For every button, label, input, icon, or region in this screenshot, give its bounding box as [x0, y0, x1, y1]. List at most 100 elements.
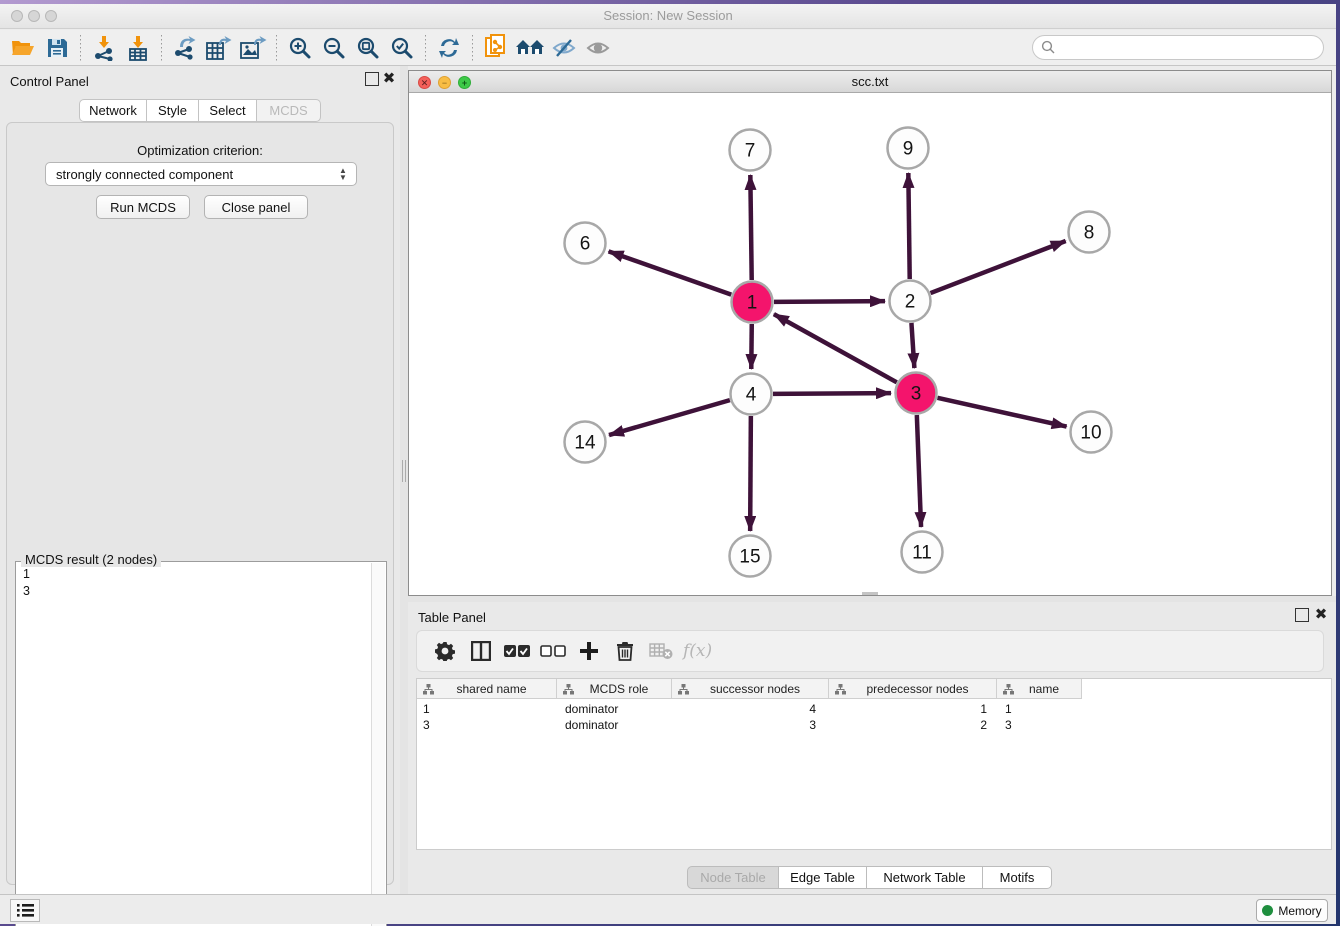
control-panel-tabs: NetworkStyleSelectMCDS — [79, 99, 321, 122]
network-graph[interactable]: 7968124314101511 — [409, 93, 1331, 595]
function-builder-icon: f(x) — [683, 641, 712, 661]
tab-network[interactable]: Network — [79, 99, 147, 122]
mcds-result-title: MCDS result (2 nodes) — [21, 552, 161, 567]
edge-3-1[interactable] — [774, 314, 897, 382]
column-header-predecessor-nodes[interactable]: predecessor nodes — [829, 679, 997, 699]
table-close-icon[interactable]: ✖ — [1314, 608, 1328, 622]
control-panel-title: Control Panel — [10, 74, 89, 89]
network-title: scc.txt — [409, 74, 1331, 89]
edge-4-3[interactable] — [773, 393, 891, 394]
hide-selected-icon[interactable] — [547, 33, 581, 63]
cell-name[interactable]: 1 — [997, 701, 1082, 717]
node-label-6: 6 — [580, 234, 591, 255]
node-label-3: 3 — [911, 384, 922, 405]
optimization-criterion-label: Optimization criterion: — [7, 143, 393, 158]
network-scroll-handle[interactable] — [862, 592, 878, 595]
edge-1-7[interactable] — [750, 175, 751, 280]
show-all-icon[interactable] — [581, 33, 615, 63]
tab-motifs[interactable]: Motifs — [983, 866, 1052, 889]
first-neighbors-icon[interactable] — [513, 33, 547, 63]
edge-3-10[interactable] — [937, 398, 1066, 427]
edge-2-3[interactable] — [911, 323, 914, 368]
tab-node-table[interactable]: Node Table — [687, 866, 779, 889]
deselect-all-icon[interactable] — [535, 635, 571, 667]
node-label-10: 10 — [1080, 423, 1101, 444]
export-table-icon[interactable] — [202, 33, 236, 63]
tab-edge-table[interactable]: Edge Table — [779, 866, 867, 889]
node-label-14: 14 — [574, 433, 596, 454]
edge-1-2[interactable] — [774, 301, 885, 302]
refresh-icon[interactable] — [432, 33, 466, 63]
tab-select[interactable]: Select — [199, 99, 257, 122]
edge-3-11[interactable] — [917, 415, 921, 527]
table-row[interactable]: 1dominator411 — [417, 701, 1331, 717]
table-float-icon[interactable] — [1295, 608, 1309, 622]
insert-column-icon[interactable] — [463, 635, 499, 667]
cell-predecessor-nodes[interactable]: 2 — [829, 717, 997, 733]
edge-2-9[interactable] — [908, 173, 909, 279]
column-header-MCDS-role[interactable]: MCDS role — [557, 679, 672, 699]
import-network-icon[interactable] — [87, 33, 121, 63]
tab-style[interactable]: Style — [147, 99, 199, 122]
control-panel: Control Panel ✖ NetworkStyleSelectMCDS O… — [0, 66, 400, 894]
column-header-successor-nodes[interactable]: successor nodes — [672, 679, 829, 699]
network-from-selection-icon[interactable] — [479, 33, 513, 63]
fit-content-icon[interactable] — [351, 33, 385, 63]
column-header-shared-name[interactable]: shared name — [417, 679, 557, 699]
cell-MCDS-role[interactable]: dominator — [557, 717, 672, 733]
gear-icon[interactable] — [427, 635, 463, 667]
cell-successor-nodes[interactable]: 3 — [672, 717, 829, 733]
cell-shared-name[interactable]: 1 — [417, 701, 557, 717]
dropdown-stepper-icon: ▲▼ — [336, 164, 350, 184]
main-titlebar: Session: New Session — [0, 4, 1336, 29]
table-row[interactable]: 3dominator323 — [417, 717, 1331, 733]
zoom-out-icon[interactable] — [317, 33, 351, 63]
table-panel: Table Panel ✖ — [408, 602, 1336, 894]
edge-4-15[interactable] — [750, 416, 751, 531]
memory-button[interactable]: Memory — [1256, 899, 1328, 922]
network-titlebar[interactable]: ✕ − + scc.txt — [409, 71, 1331, 93]
float-panel-icon[interactable] — [365, 72, 379, 86]
export-image-icon[interactable] — [236, 33, 270, 63]
cell-name[interactable]: 3 — [997, 717, 1082, 733]
memory-label: Memory — [1278, 904, 1321, 918]
task-history-button[interactable] — [10, 899, 40, 922]
close-panel-icon[interactable]: ✖ — [382, 72, 396, 86]
mcds-result-list[interactable]: 13 — [17, 563, 371, 926]
cell-successor-nodes[interactable]: 4 — [672, 701, 829, 717]
node-table[interactable]: shared nameMCDS rolesuccessor nodesprede… — [416, 678, 1332, 850]
delete-table-icon — [643, 635, 679, 667]
close-panel-button[interactable]: Close panel — [204, 195, 308, 219]
result-item[interactable]: 3 — [23, 583, 365, 600]
tab-mcds[interactable]: MCDS — [257, 99, 321, 122]
criterion-dropdown[interactable]: strongly connected component ▲▼ — [45, 162, 357, 186]
add-icon[interactable] — [571, 635, 607, 667]
zoom-in-icon[interactable] — [283, 33, 317, 63]
open-file-icon[interactable] — [6, 33, 40, 63]
desktop: Session: New Session — [0, 0, 1340, 926]
edge-1-6[interactable] — [609, 251, 732, 294]
node-label-9: 9 — [903, 139, 914, 160]
cell-shared-name[interactable]: 3 — [417, 717, 557, 733]
tab-network-table[interactable]: Network Table — [867, 866, 983, 889]
zoom-selected-icon[interactable] — [385, 33, 419, 63]
table-tabs: Node TableEdge TableNetwork TableMotifs — [687, 866, 1052, 889]
column-header-name[interactable]: name — [997, 679, 1082, 699]
cell-predecessor-nodes[interactable]: 1 — [829, 701, 997, 717]
import-table-icon[interactable] — [121, 33, 155, 63]
network-canvas[interactable]: 7968124314101511 — [409, 93, 1331, 595]
export-network-icon[interactable] — [168, 33, 202, 63]
delete-icon[interactable] — [607, 635, 643, 667]
run-mcds-button[interactable]: Run MCDS — [96, 195, 190, 219]
table-panel-title: Table Panel — [418, 610, 486, 625]
cell-MCDS-role[interactable]: dominator — [557, 701, 672, 717]
result-item[interactable]: 1 — [23, 566, 365, 583]
search-input[interactable] — [1032, 35, 1324, 60]
save-session-icon[interactable] — [40, 33, 74, 63]
edge-4-14[interactable] — [609, 400, 730, 435]
result-scrollbar[interactable] — [371, 563, 385, 926]
edge-2-8[interactable] — [931, 241, 1066, 293]
vertical-splitter[interactable] — [400, 66, 408, 894]
select-all-icon[interactable] — [499, 635, 535, 667]
node-label-2: 2 — [905, 292, 916, 313]
